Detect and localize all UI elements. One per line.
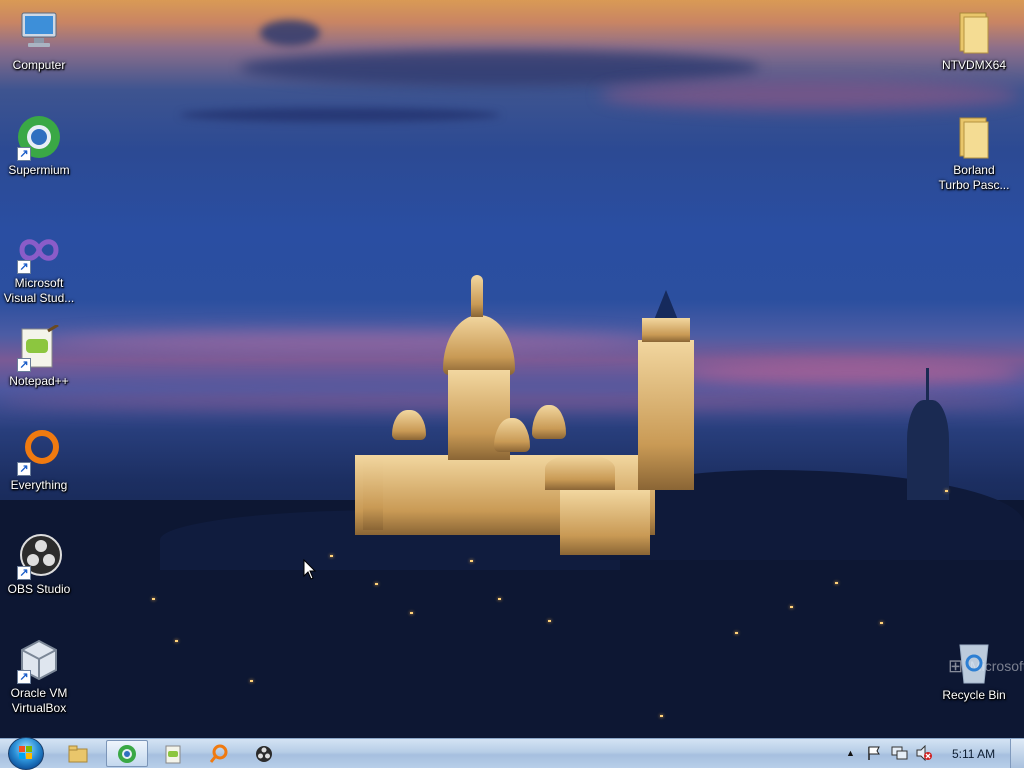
city-light xyxy=(470,560,473,562)
taskbar-obs-studio[interactable] xyxy=(243,740,285,767)
supermium-icon: ↗ xyxy=(15,113,63,161)
city-light xyxy=(945,490,948,492)
taskbar: ▲ 5:11 AM xyxy=(0,737,1024,770)
folder-icon xyxy=(950,113,998,161)
desktop-icon-label: Supermium xyxy=(8,163,70,177)
city-light xyxy=(880,622,883,624)
city-light xyxy=(548,620,551,622)
mouse-cursor-icon xyxy=(303,559,317,580)
tray-overflow-button[interactable]: ▲ xyxy=(846,748,855,758)
desktop-icon-ntvdmx64[interactable]: NTVDMX64 xyxy=(935,8,1013,73)
desktop-icon-everything[interactable]: ↗ Everything xyxy=(0,428,78,493)
desktop-icon-label: Recycle Bin xyxy=(942,688,1006,702)
taskbar-everything[interactable] xyxy=(198,740,240,767)
recycle-bin-icon xyxy=(950,638,998,686)
desktop-wallpaper: Computer ↗ Supermium ↗ Microsoft Visual … xyxy=(0,0,1024,738)
desktop-icon-label: Borland Turbo Pasc... xyxy=(938,163,1010,192)
visual-studio-icon: ↗ xyxy=(15,226,63,274)
volume-muted-icon[interactable] xyxy=(915,745,933,761)
shortcut-arrow-icon: ↗ xyxy=(17,462,31,476)
everything-search-icon: ↗ xyxy=(15,428,63,476)
desktop-icon-label: Computer xyxy=(12,58,66,72)
desktop-icon-borland-turbo-pascal[interactable]: Borland Turbo Pasc... xyxy=(935,113,1013,193)
network-icon[interactable] xyxy=(891,745,909,761)
everything-search-icon xyxy=(209,744,228,763)
city-light xyxy=(330,555,333,557)
city-light xyxy=(375,583,378,585)
file-explorer-icon xyxy=(68,745,88,762)
desktop-icon-virtualbox[interactable]: ↗ Oracle VM VirtualBox xyxy=(0,636,78,716)
desktop-icon-visual-studio[interactable]: ↗ Microsoft Visual Stud... xyxy=(0,226,78,306)
desktop-icon-obs-studio[interactable]: ↗ OBS Studio xyxy=(0,532,78,597)
city-light xyxy=(835,582,838,584)
start-button[interactable] xyxy=(8,737,44,770)
shortcut-arrow-icon: ↗ xyxy=(17,358,31,372)
desktop-icon-label: Oracle VM VirtualBox xyxy=(10,686,68,715)
city-light xyxy=(498,598,501,600)
show-desktop-button[interactable] xyxy=(1010,739,1024,768)
shortcut-arrow-icon: ↗ xyxy=(17,566,31,580)
taskbar-supermium[interactable] xyxy=(106,740,148,767)
wallpaper-cloud xyxy=(240,50,760,86)
desktop-icon-computer[interactable]: Computer xyxy=(0,8,78,73)
city-light xyxy=(152,598,155,600)
city-light xyxy=(410,612,413,614)
taskbar-notepad-plus-plus[interactable] xyxy=(153,740,195,767)
wallpaper-cloud xyxy=(600,80,1020,110)
action-center-flag-icon[interactable] xyxy=(866,745,882,761)
desktop-icon-label: Microsoft Visual Stud... xyxy=(3,276,75,305)
wallpaper-cloud xyxy=(680,360,1020,386)
wallpaper-cloud xyxy=(180,108,500,122)
virtualbox-icon: ↗ xyxy=(15,636,63,684)
wallpaper-cloud xyxy=(0,392,1024,410)
taskbar-clock[interactable]: 5:11 AM xyxy=(952,747,995,761)
desktop-icon-label: NTVDMX64 xyxy=(941,58,1006,72)
city-light xyxy=(660,715,663,717)
taskbar-file-explorer[interactable] xyxy=(57,740,99,767)
desktop-icon-supermium[interactable]: ↗ Supermium xyxy=(0,113,78,178)
desktop-icon-label: Everything xyxy=(10,478,68,492)
desktop-icon-label: Notepad++ xyxy=(9,374,69,388)
folder-icon xyxy=(950,8,998,56)
city-light xyxy=(735,632,738,634)
desktop-icon-recycle-bin[interactable]: Recycle Bin xyxy=(935,638,1013,703)
city-light xyxy=(790,606,793,608)
wallpaper-cloud xyxy=(260,20,320,46)
desktop-icon-notepad-plus-plus[interactable]: ↗ Notepad++ xyxy=(0,324,78,389)
city-light xyxy=(175,640,178,642)
obs-studio-icon: ↗ xyxy=(15,532,63,580)
supermium-icon xyxy=(118,744,136,763)
notepad-plus-plus-icon: ↗ xyxy=(15,324,63,372)
wallpaper-tower-spire xyxy=(926,368,929,402)
shortcut-arrow-icon: ↗ xyxy=(17,147,31,161)
desktop-icon-label: OBS Studio xyxy=(7,582,71,596)
computer-icon xyxy=(15,8,63,56)
windows-start-icon xyxy=(19,746,32,759)
wallpaper-cloud xyxy=(40,330,660,352)
wallpaper-tower xyxy=(907,400,949,500)
shortcut-arrow-icon: ↗ xyxy=(17,670,31,684)
shortcut-arrow-icon: ↗ xyxy=(17,260,31,274)
obs-studio-icon xyxy=(256,745,272,762)
city-light xyxy=(250,680,253,682)
notepad-plus-plus-icon xyxy=(165,745,181,763)
